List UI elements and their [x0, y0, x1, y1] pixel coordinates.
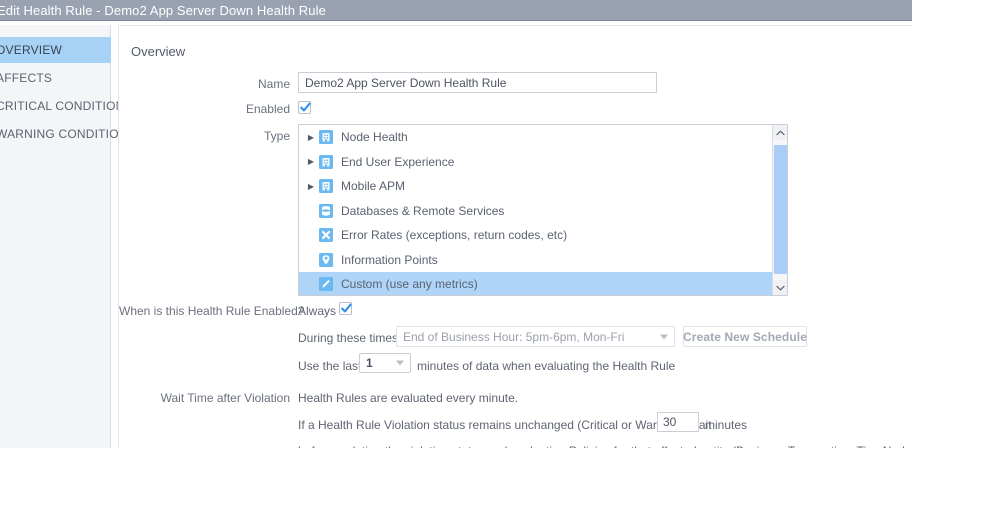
type-list: ▶ Node Health ▶ End User Experience ▶ Mo…: [299, 125, 773, 295]
database-icon: [318, 203, 334, 219]
sidebar-item-critical-condition[interactable]: CRITICAL CONDITION: [0, 93, 124, 119]
use-last-suffix-label: minutes of data when evaluating the Heal…: [417, 359, 676, 373]
during-times-value: End of Business Hour: 5pm-6pm, Mon-Fri: [403, 329, 625, 344]
dialog-title-bar: Edit Health Rule - Demo2 App Server Down…: [0, 0, 912, 21]
chevron-down-icon: [775, 285, 785, 290]
type-label: Type: [263, 129, 290, 143]
sidebar-item-label: OVERVIEW: [0, 43, 63, 57]
sidebar-item-warning-condition[interactable]: WARNING CONDITION: [0, 121, 127, 147]
list-item[interactable]: ▶ Mobile APM: [299, 174, 773, 199]
enabled-checkbox[interactable]: [298, 101, 311, 114]
list-item-label: Error Rates (exceptions, return codes, e…: [341, 228, 568, 243]
list-item-label: Mobile APM: [341, 179, 406, 194]
list-item-label: End User Experience: [341, 154, 455, 169]
use-last-minutes-select[interactable]: 1: [359, 353, 411, 373]
dialog-body: OVERVIEW AFFECTS CRITICAL CONDITION WARN…: [0, 22, 912, 448]
pencil-icon: [318, 276, 334, 292]
dialog-title: Edit Health Rule - Demo2 App Server Down…: [0, 3, 326, 18]
always-checkbox[interactable]: [339, 302, 352, 315]
sidebar-item-label: AFFECTS: [0, 71, 53, 85]
server-icon: [318, 129, 334, 145]
chevron-right-icon[interactable]: ▶: [299, 182, 318, 191]
list-item[interactable]: ▶ Error Rates (exceptions, return codes,…: [299, 223, 773, 248]
use-last-prefix-label: Use the last: [298, 359, 362, 373]
use-last-minutes-value: 1: [366, 356, 373, 370]
edit-health-rule-dialog: Edit Health Rule - Demo2 App Server Down…: [0, 0, 999, 510]
chevron-right-icon[interactable]: ▶: [299, 157, 318, 166]
server-icon: [318, 178, 334, 194]
list-item-label: Databases & Remote Services: [341, 203, 505, 218]
chevron-right-icon[interactable]: ▶: [299, 133, 318, 142]
sidebar: OVERVIEW AFFECTS CRITICAL CONDITION WARN…: [0, 25, 127, 448]
chevron-placeholder: ▶: [299, 255, 318, 264]
wait-time-label: Wait Time after Violation: [160, 391, 290, 405]
list-item-label: Custom (use any metrics): [341, 277, 478, 292]
chevron-placeholder: ▶: [299, 206, 318, 215]
list-item-label: Information Points: [341, 252, 438, 267]
checkmark-icon: [341, 303, 352, 313]
wait-line-2-suffix: minutes: [705, 418, 748, 432]
chevron-up-icon: [775, 130, 785, 135]
scrollbar-thumb[interactable]: [774, 145, 787, 274]
chevron-placeholder: ▶: [299, 280, 318, 289]
name-label: Name: [257, 77, 290, 91]
list-item[interactable]: ▶ Node Health: [299, 125, 773, 150]
page-title: Overview: [131, 44, 186, 59]
type-list-scrollbar[interactable]: [772, 125, 787, 295]
type-listbox[interactable]: ▶ Node Health ▶ End User Experience ▶ Mo…: [298, 124, 788, 296]
always-label: Always: [298, 304, 337, 318]
when-enabled-label: When is this Health Rule Enabled?: [119, 304, 305, 318]
list-item[interactable]: ▶ Information Points: [299, 248, 773, 273]
list-item[interactable]: ▶ End User Experience: [299, 150, 773, 175]
wait-line-1: Health Rules are evaluated every minute.: [298, 391, 519, 405]
wait-minutes-input[interactable]: [657, 412, 699, 432]
info-pin-icon: [318, 252, 334, 268]
scroll-up-button[interactable]: [773, 125, 787, 140]
chevron-down-icon: [396, 360, 404, 366]
server-icon: [318, 154, 334, 170]
during-times-label: During these times:: [298, 331, 402, 345]
create-new-schedule-button[interactable]: Create New Schedule: [683, 326, 807, 347]
sidebar-item-label: CRITICAL CONDITION: [0, 99, 125, 113]
wait-line-2-prefix: If a Health Rule Violation status remain…: [298, 418, 712, 432]
chevron-placeholder: ▶: [299, 231, 318, 240]
wait-line-3: before updating the violation status and…: [298, 444, 912, 448]
name-input[interactable]: [298, 72, 657, 93]
enabled-label: Enabled: [245, 102, 290, 116]
overview-panel: Overview Name Enabled Type ▶: [118, 25, 912, 448]
list-item-label: Node Health: [341, 130, 408, 145]
chevron-down-icon: [660, 334, 668, 339]
scroll-down-button[interactable]: [773, 280, 787, 295]
sidebar-item-label: WARNING CONDITION: [0, 127, 128, 141]
sidebar-item-overview[interactable]: OVERVIEW: [0, 37, 111, 63]
during-times-select[interactable]: End of Business Hour: 5pm-6pm, Mon-Fri: [396, 326, 675, 347]
sidebar-item-affects[interactable]: AFFECTS: [0, 65, 111, 91]
list-item[interactable]: ▶ Databases & Remote Services: [299, 199, 773, 224]
list-item-selected[interactable]: ▶ Custom (use any metrics): [299, 272, 773, 295]
error-x-icon: [318, 227, 334, 243]
checkmark-icon: [300, 102, 311, 112]
